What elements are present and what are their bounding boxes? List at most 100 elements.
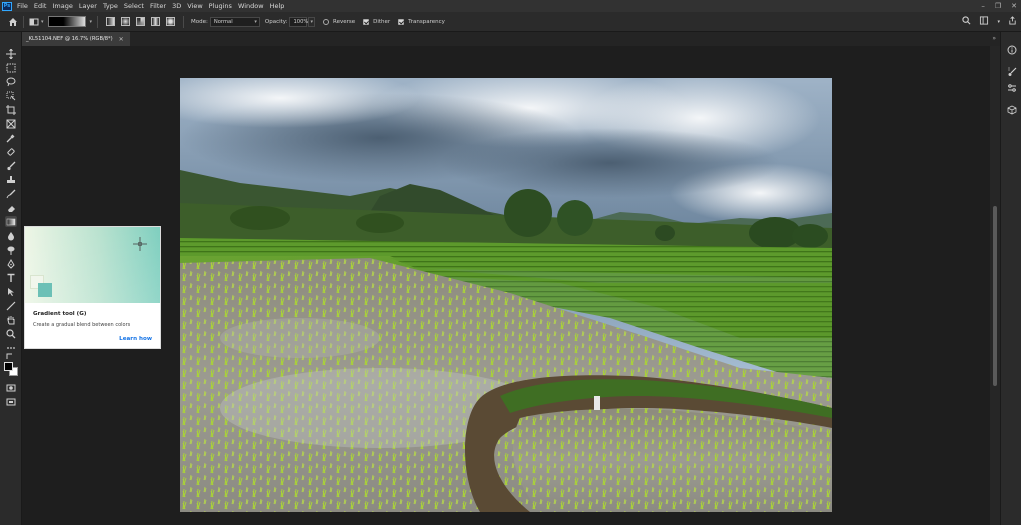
quick-mask-icon[interactable] bbox=[5, 382, 17, 393]
crosshair-icon bbox=[133, 237, 147, 251]
separator bbox=[23, 15, 24, 28]
tooltip-preview-image bbox=[25, 227, 160, 303]
menu-filter[interactable]: Filter bbox=[150, 0, 166, 12]
chevron-down-icon[interactable]: ▾ bbox=[308, 16, 315, 27]
lasso-tool-icon[interactable] bbox=[5, 76, 17, 87]
zoom-tool-icon[interactable] bbox=[5, 328, 17, 339]
menu-file[interactable]: File bbox=[17, 0, 28, 12]
document-image[interactable] bbox=[180, 78, 832, 512]
chevron-down-icon: ▾ bbox=[254, 18, 257, 25]
rectangle-tool-icon[interactable] bbox=[5, 300, 17, 311]
reflected-gradient-icon[interactable] bbox=[151, 17, 161, 26]
preview-foreground-swatch bbox=[38, 283, 52, 297]
move-tool-icon[interactable] bbox=[5, 48, 17, 59]
blur-tool-icon[interactable] bbox=[5, 230, 17, 241]
options-right-group: ▾ bbox=[962, 16, 1017, 27]
frame-tool-icon[interactable] bbox=[5, 118, 17, 129]
hand-tool-icon[interactable] bbox=[5, 314, 17, 325]
dither-label: Dither bbox=[373, 18, 391, 25]
photoshop-logo: Ps bbox=[2, 1, 12, 11]
document-tab[interactable]: _KL51104.NEF @ 16.7% (RGB/8*) ✕ bbox=[22, 32, 130, 46]
close-tab-icon[interactable]: ✕ bbox=[119, 36, 124, 43]
vertical-scrollbar[interactable] bbox=[990, 46, 1000, 525]
path-selection-tool-icon[interactable] bbox=[5, 286, 17, 297]
document-tab-label: _KL51104.NEF @ 16.7% (RGB/8*) bbox=[26, 36, 113, 42]
share-icon[interactable] bbox=[1008, 16, 1017, 27]
clone-stamp-tool-icon[interactable] bbox=[5, 174, 17, 185]
color-swatches[interactable] bbox=[4, 362, 18, 376]
opacity-field[interactable]: 100% bbox=[289, 16, 309, 27]
adjustments-icon[interactable] bbox=[1006, 82, 1017, 93]
pen-tool-icon[interactable] bbox=[5, 258, 17, 269]
object-selection-tool-icon[interactable] bbox=[5, 90, 17, 101]
window-controls: – ❐ ✕ bbox=[981, 0, 1017, 12]
options-bar: ▾ ▾ Mode: Normal ▾ Opacity: 100% ▾ Rever… bbox=[0, 12, 1021, 32]
tool-preset-icon[interactable]: ▾ bbox=[29, 17, 44, 27]
3d-cube-icon[interactable] bbox=[1006, 104, 1017, 115]
learn-how-link[interactable]: Learn how bbox=[119, 336, 152, 342]
opacity-label: Opacity: bbox=[264, 18, 288, 25]
menu-window[interactable]: Window bbox=[238, 0, 264, 12]
mode-label: Mode: bbox=[191, 18, 208, 25]
separator bbox=[97, 15, 99, 28]
chevron-down-icon[interactable]: ▾ bbox=[997, 19, 1000, 25]
type-tool-icon[interactable] bbox=[5, 272, 17, 283]
minimize-icon[interactable]: – bbox=[981, 0, 985, 12]
chevron-down-icon: ▾ bbox=[41, 18, 44, 25]
tool-tooltip: Gradient tool (G) Create a gradual blend… bbox=[24, 226, 161, 349]
menu-select[interactable]: Select bbox=[124, 0, 144, 12]
document-tab-bar: _KL51104.NEF @ 16.7% (RGB/8*) ✕ » bbox=[22, 32, 1000, 46]
right-panel-dock bbox=[1000, 32, 1021, 525]
close-window-icon[interactable]: ✕ bbox=[1011, 0, 1017, 12]
mode-select[interactable]: Normal ▾ bbox=[209, 16, 260, 27]
screen-mode-icon[interactable] bbox=[5, 396, 17, 407]
healing-brush-tool-icon[interactable] bbox=[5, 146, 17, 157]
menu-view[interactable]: View bbox=[187, 0, 202, 12]
transparency-label: Transparency bbox=[408, 18, 445, 25]
tools-panel bbox=[0, 32, 22, 525]
history-brush-tool-icon[interactable] bbox=[5, 188, 17, 199]
tooltip-description: Create a gradual blend between colors bbox=[33, 322, 131, 328]
tooltip-title: Gradient tool (G) bbox=[33, 311, 87, 317]
restore-icon[interactable]: ❐ bbox=[995, 0, 1001, 12]
transparency-checkbox[interactable] bbox=[398, 18, 405, 25]
swap-colors-icon[interactable] bbox=[5, 352, 17, 360]
menu-bar: Ps File Edit Image Layer Type Select Fil… bbox=[0, 0, 1021, 12]
menu-3d[interactable]: 3D bbox=[172, 0, 181, 12]
angle-gradient-icon[interactable] bbox=[136, 17, 146, 26]
brush-settings-icon[interactable] bbox=[1006, 66, 1017, 77]
radial-gradient-icon[interactable] bbox=[121, 17, 131, 26]
dodge-tool-icon[interactable] bbox=[5, 244, 17, 255]
marquee-tool-icon[interactable] bbox=[5, 62, 17, 73]
rice-field-photo bbox=[180, 78, 832, 512]
crop-tool-icon[interactable] bbox=[5, 104, 17, 115]
menu-image[interactable]: Image bbox=[52, 0, 72, 12]
menu-type[interactable]: Type bbox=[103, 0, 118, 12]
home-icon[interactable] bbox=[8, 17, 18, 27]
workspace-icon[interactable] bbox=[979, 16, 989, 27]
canvas-area[interactable] bbox=[22, 46, 1000, 525]
menu-plugins[interactable]: Plugins bbox=[209, 0, 232, 12]
menu-help[interactable]: Help bbox=[270, 0, 285, 12]
foreground-color-swatch[interactable] bbox=[4, 362, 13, 371]
search-icon[interactable] bbox=[962, 16, 971, 27]
gradient-tool-icon[interactable] bbox=[5, 216, 17, 227]
brush-tool-icon[interactable] bbox=[5, 160, 17, 171]
reverse-checkbox[interactable] bbox=[323, 18, 329, 25]
diamond-gradient-icon[interactable] bbox=[166, 17, 176, 26]
reverse-label: Reverse bbox=[333, 18, 356, 25]
gradient-picker[interactable] bbox=[47, 16, 86, 27]
info-icon[interactable] bbox=[1006, 44, 1017, 55]
eraser-tool-icon[interactable] bbox=[5, 202, 17, 213]
collapse-panels-icon[interactable]: » bbox=[992, 35, 996, 42]
mode-value: Normal bbox=[213, 18, 233, 25]
eyedropper-tool-icon[interactable] bbox=[5, 132, 17, 143]
dither-checkbox[interactable] bbox=[363, 18, 370, 25]
linear-gradient-icon[interactable] bbox=[106, 17, 116, 26]
opacity-value: 100% bbox=[293, 18, 309, 25]
menu-edit[interactable]: Edit bbox=[34, 0, 47, 12]
chevron-down-icon[interactable]: ▾ bbox=[90, 19, 93, 25]
scrollbar-thumb[interactable] bbox=[993, 206, 997, 386]
separator bbox=[183, 15, 185, 28]
menu-layer[interactable]: Layer bbox=[79, 0, 97, 12]
